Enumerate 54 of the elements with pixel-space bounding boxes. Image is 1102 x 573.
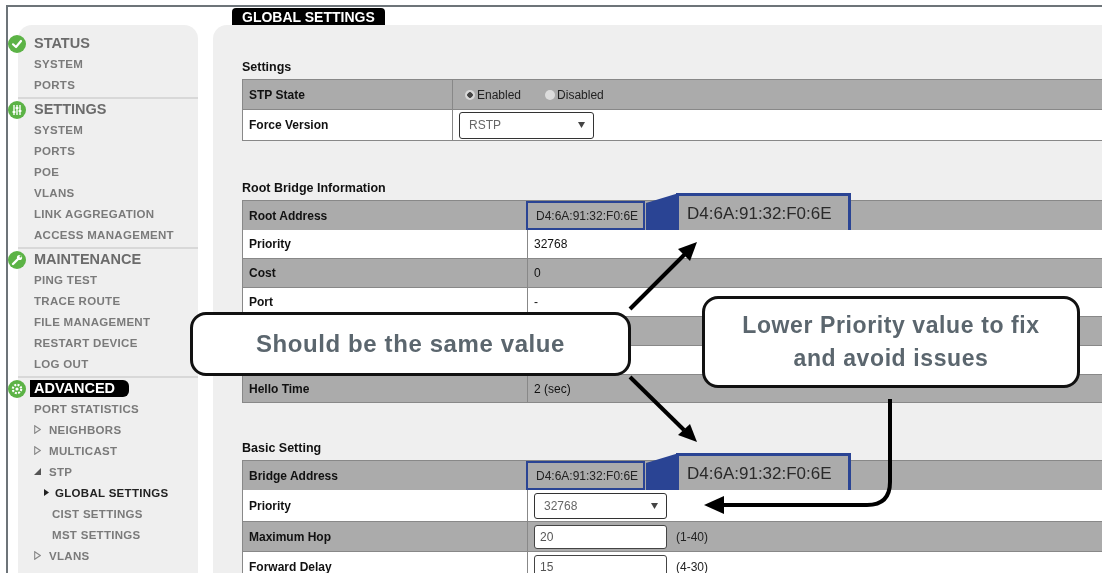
row-label: Hello Time xyxy=(242,375,527,403)
number-field[interactable]: 15 xyxy=(534,554,667,573)
range-hint: (4-30) xyxy=(676,559,708,573)
sidebar-item[interactable]: LINK AGGREGATION xyxy=(18,203,159,224)
row-label: Forward Delay xyxy=(242,552,527,573)
row-label: Cost xyxy=(242,259,527,288)
sidebar-item[interactable]: PORTS xyxy=(18,74,80,95)
radio-button[interactable]: Disabled xyxy=(545,87,604,102)
sidebar-item[interactable]: PORT STATISTICS xyxy=(18,398,144,419)
section-heading: Basic Setting xyxy=(242,441,323,455)
dropdown[interactable]: RSTP xyxy=(459,111,594,139)
row-value-text: 2 (sec) xyxy=(534,381,571,396)
sidebar-item[interactable]: MST SETTINGS xyxy=(18,524,145,545)
sidebar-item[interactable]: STP xyxy=(18,461,77,482)
number-field[interactable]: 20 xyxy=(534,524,667,549)
row-label: Force Version xyxy=(242,110,452,141)
row-label: Maximum Hop xyxy=(242,522,527,552)
row-value-text: - xyxy=(534,295,538,309)
sidebar-item[interactable]: TRACE ROUTE xyxy=(18,290,125,311)
sidebar-item[interactable]: MULTICAST xyxy=(18,440,122,461)
row-value-text: 32768 xyxy=(534,237,568,251)
row-label: Root Address xyxy=(242,201,527,231)
sidebar-item[interactable]: FILE MANAGEMENT xyxy=(18,311,155,332)
callout: Should be the same value xyxy=(190,312,631,376)
mac-address: D4:6A:91:32:F0:6E xyxy=(526,461,646,490)
section-heading[interactable]: ADVANCED xyxy=(30,380,130,397)
callout: Lower Priority value to fix and avoid issues xyxy=(702,296,1080,388)
sidebar-item[interactable]: ACCESS MANAGEMENT xyxy=(18,224,178,245)
sidebar-item[interactable]: CIST SETTINGS xyxy=(18,503,147,524)
sidebar-item[interactable]: SYSTEM xyxy=(18,53,88,74)
row-label: Priority xyxy=(242,490,527,522)
row-value-text: 0 xyxy=(534,266,541,280)
row-label: STP State xyxy=(242,80,452,110)
section-heading[interactable]: STATUS xyxy=(34,35,102,52)
mac-address: D4:6A:91:32:F0:6E xyxy=(526,201,646,230)
sidebar-item[interactable]: LOG OUT xyxy=(18,353,93,374)
sidebar-item[interactable]: VLANS xyxy=(18,545,94,566)
sidebar-item[interactable]: PING TEST xyxy=(18,269,102,290)
range-hint: (1-40) xyxy=(676,529,708,544)
sidebar-item[interactable]: POE xyxy=(18,161,64,182)
section-heading: Settings xyxy=(242,60,293,74)
row-label: Bridge Address xyxy=(242,461,527,491)
sidebar-item[interactable]: SYSTEM xyxy=(18,119,88,140)
sidebar-item[interactable]: RESTART DEVICE xyxy=(18,332,142,353)
sidebar-item[interactable]: NEIGHBORS xyxy=(18,419,126,440)
row-label: Priority xyxy=(242,230,527,259)
sidebar-item[interactable]: GLOBAL SETTINGS xyxy=(18,482,173,503)
dropdown[interactable]: 32768 xyxy=(534,492,667,519)
section-heading[interactable]: SETTINGS xyxy=(34,101,119,118)
sidebar-item[interactable]: PORTS xyxy=(18,140,80,161)
section-heading: Root Bridge Information xyxy=(242,181,387,195)
radio-button[interactable]: Enabled xyxy=(465,87,522,102)
sidebar-item[interactable]: VLANS xyxy=(18,182,79,203)
section-heading[interactable]: MAINTENANCE xyxy=(34,251,154,268)
